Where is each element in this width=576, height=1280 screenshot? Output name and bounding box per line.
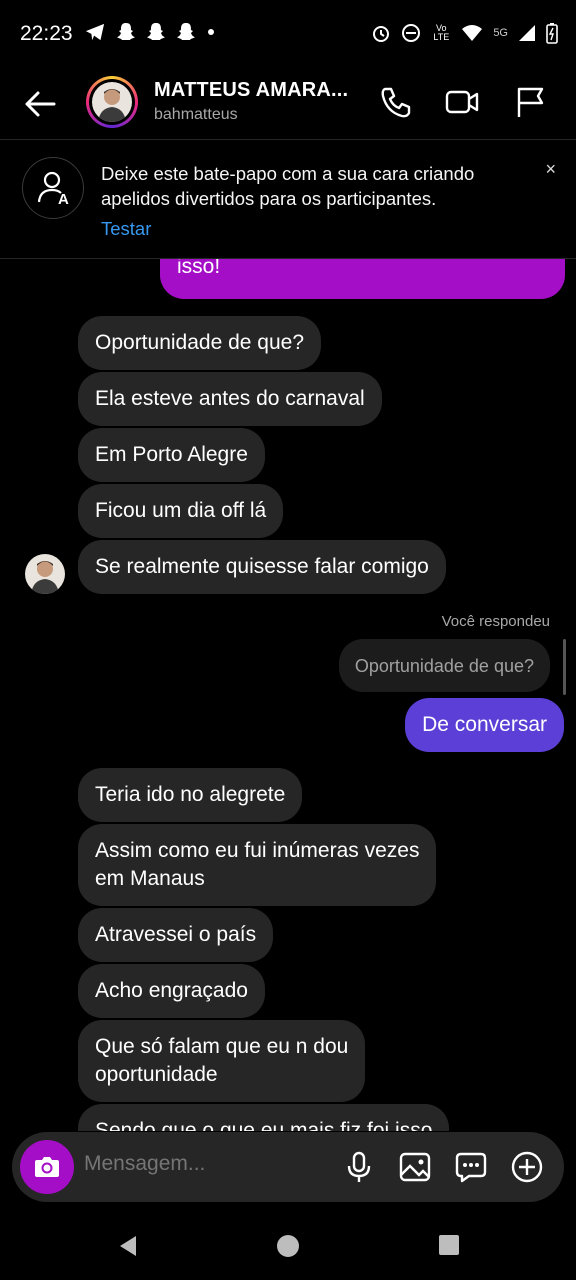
message-text: De conversar xyxy=(422,713,547,736)
volte-icon: Vo LTE xyxy=(433,23,450,42)
message-text: Se realmente quisesse falar comigo xyxy=(95,555,429,578)
system-icons: Vo LTE 5G xyxy=(371,22,558,44)
back-arrow-icon[interactable] xyxy=(20,84,60,124)
nickname-icon: A xyxy=(22,157,84,219)
add-icon[interactable] xyxy=(509,1149,545,1185)
telegram-icon xyxy=(85,23,105,41)
try-link[interactable]: Testar xyxy=(101,218,151,240)
received-message[interactable]: Teria ido no alegrete xyxy=(78,768,303,822)
wifi-icon xyxy=(462,25,483,41)
message-text: isso! xyxy=(177,259,221,278)
sender-avatar[interactable] xyxy=(25,554,65,594)
snapchat-icon xyxy=(117,23,135,40)
message-list[interactable]: isso! Oportunidade de que? Ela esteve an… xyxy=(0,259,576,1131)
gallery-icon[interactable] xyxy=(397,1149,433,1185)
message-text: Acho engraçado xyxy=(95,979,248,1002)
received-message[interactable]: Ficou um dia off lá xyxy=(78,484,284,538)
message-text: Assim como eu fui inúmeras vezes xyxy=(95,839,420,862)
received-message[interactable]: Sendo que o que eu mais fiz foi isso xyxy=(78,1104,450,1131)
dnd-icon xyxy=(402,24,421,42)
received-message[interactable]: Assim como eu fui inúmeras vezes em Mana… xyxy=(78,824,437,906)
sticker-chat-icon[interactable] xyxy=(453,1149,489,1185)
nav-home-icon[interactable] xyxy=(276,1234,300,1258)
camera-button[interactable] xyxy=(20,1140,74,1194)
phone-icon[interactable] xyxy=(378,84,414,120)
message-text: Atravessei o país xyxy=(95,923,257,946)
received-message[interactable]: Oportunidade de que? xyxy=(78,316,322,370)
contact-username[interactable]: bahmatteus xyxy=(154,106,238,124)
nav-back-icon[interactable] xyxy=(116,1234,140,1258)
message-text: em Manaus xyxy=(95,867,205,890)
status-time: 22:23 xyxy=(20,22,73,45)
reply-indicator xyxy=(563,639,566,695)
signal-icon xyxy=(519,25,535,41)
received-message[interactable]: Que só falam que eu n dou oportunidade xyxy=(78,1020,366,1102)
notification-icons xyxy=(84,22,216,42)
reply-label: Você respondeu xyxy=(441,613,550,630)
contact-name[interactable]: MATTEUS AMARA... xyxy=(154,79,348,102)
nav-recents-icon[interactable] xyxy=(438,1234,460,1256)
flag-icon[interactable] xyxy=(512,84,548,120)
message-text: Ficou um dia off lá xyxy=(95,499,267,522)
avatar[interactable] xyxy=(86,76,138,128)
sent-message[interactable]: De conversar xyxy=(405,698,564,752)
svg-text:A: A xyxy=(58,191,69,208)
message-text: Teria ido no alegrete xyxy=(95,783,286,806)
message-text: Que só falam que eu n dou xyxy=(95,1035,349,1058)
profile-photo xyxy=(92,82,132,122)
status-bar: 22:23 Vo LTE 5G xyxy=(0,0,576,70)
received-message[interactable]: Em Porto Alegre xyxy=(78,428,265,482)
network-label: 5G xyxy=(493,27,508,39)
microphone-icon[interactable] xyxy=(341,1149,377,1185)
message-text: Ela esteve antes do carnaval xyxy=(95,387,365,410)
dot-icon xyxy=(208,29,214,35)
received-message[interactable]: Se realmente quisesse falar comigo xyxy=(78,540,446,594)
received-message[interactable]: Acho engraçado xyxy=(78,964,265,1018)
banner-text: Deixe este bate-papo com a sua cara cria… xyxy=(101,163,475,209)
video-icon[interactable] xyxy=(444,84,480,120)
battery-icon xyxy=(546,23,558,44)
message-input[interactable] xyxy=(84,1152,324,1176)
received-message[interactable]: Atravessei o país xyxy=(78,908,274,962)
message-text: Oportunidade de que? xyxy=(95,331,305,354)
camera-icon xyxy=(35,1157,59,1177)
message-text: oportunidade xyxy=(95,1063,218,1086)
message-composer xyxy=(12,1132,564,1202)
nickname-banner: A Deixe este bate-papo com a sua cara cr… xyxy=(0,141,576,259)
system-nav-bar xyxy=(0,1212,576,1280)
snapchat-icon xyxy=(147,23,165,40)
received-message[interactable]: Ela esteve antes do carnaval xyxy=(78,372,382,426)
message-text: Em Porto Alegre xyxy=(95,443,248,466)
quoted-text: Oportunidade de que? xyxy=(354,656,534,676)
close-icon[interactable]: × xyxy=(545,159,556,180)
snapchat-icon xyxy=(177,23,195,40)
sent-message[interactable]: isso! xyxy=(160,259,565,299)
chat-header: MATTEUS AMARA... bahmatteus xyxy=(0,70,576,140)
message-text: Sendo que o que eu mais fiz foi isso xyxy=(95,1119,433,1131)
alarm-icon xyxy=(373,26,390,42)
quoted-reply[interactable]: Oportunidade de que? xyxy=(338,639,550,692)
